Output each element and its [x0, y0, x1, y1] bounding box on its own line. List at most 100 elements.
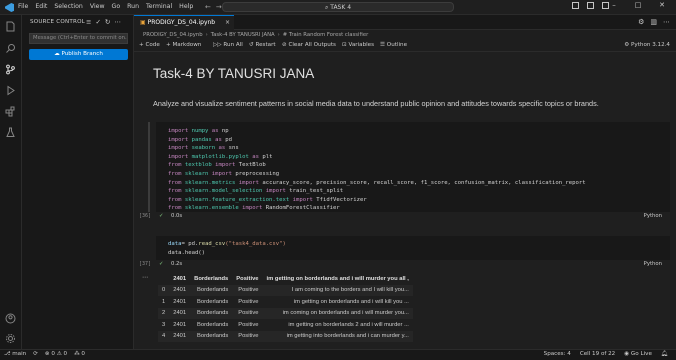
cell-imports-source[interactable]: import numpy as np import pandas as pd imp…	[156, 122, 670, 213]
code-line: from textblob import TextBlob	[168, 161, 670, 170]
branch-indicator[interactable]: ⎇ main	[4, 351, 26, 357]
menu-terminal[interactable]: Terminal	[146, 3, 172, 10]
exec-time: 0.2s	[171, 261, 183, 267]
clear-outputs-button[interactable]: ⊘ Clear All Outputs	[282, 42, 336, 48]
kernel-label: Python 3.12.4	[631, 42, 670, 48]
back-arrow-icon[interactable]: ←	[205, 3, 216, 11]
breadcrumb-cell[interactable]: # Train Random Forest classifier	[283, 32, 368, 38]
menu-run[interactable]: Run	[127, 3, 139, 10]
git-branch-icon: ⎇	[4, 351, 13, 357]
table-row: 2 2401 Borderlands Positive im coming on…	[158, 307, 413, 319]
breadcrumb-file[interactable]: PRODIGY_DS_04.ipynb	[143, 32, 203, 38]
settings-icon[interactable]: ⚙	[638, 18, 644, 26]
code-token: preprocessing	[232, 170, 280, 177]
add-code-button[interactable]: + Code	[139, 42, 160, 48]
tab-notebook[interactable]: ▣ PRODIGY_DS_04.ipynb ×	[134, 15, 234, 30]
code-token: as	[252, 153, 259, 160]
cell-load-data-source[interactable]: data= pd.read_csv("task4_data.csv") data…	[156, 236, 670, 257]
menu-help[interactable]: Help	[179, 3, 193, 10]
restart-button[interactable]: ↺ Restart	[249, 42, 276, 48]
commit-message-input[interactable]	[33, 34, 127, 43]
table-cell: Borderlands	[197, 310, 229, 317]
code-line: from sklearn.ensemble import RandomFores…	[168, 204, 670, 213]
run-debug-icon[interactable]	[5, 85, 16, 96]
branch-name: main	[12, 351, 27, 357]
code-token: sklearn.metrics	[181, 179, 239, 186]
table-cell: Positive	[238, 310, 259, 317]
go-live-button[interactable]: ◉ Go Live	[624, 351, 652, 357]
success-check-icon: ✓	[159, 261, 164, 267]
close-window-icon[interactable]: ✕	[650, 1, 674, 9]
table-row: 1 2401 Borderlands Positive im getting o…	[158, 296, 413, 308]
restart-label: Restart	[255, 42, 276, 48]
more-actions-icon[interactable]: ⋯	[114, 18, 121, 26]
menu-view[interactable]: View	[90, 3, 105, 10]
menu-go[interactable]: Go	[112, 3, 121, 10]
minimize-icon[interactable]: –	[602, 1, 626, 9]
table-cell: im getting into borderlands and i can mu…	[286, 333, 409, 340]
table-cell: im getting on borderlands 2 and i will m…	[288, 321, 409, 328]
explorer-icon[interactable]	[5, 21, 16, 32]
breadcrumb: PRODIGY_DS_04.ipynb › Task-4 BY TANUSRI JA…	[134, 30, 676, 40]
table-row: 0 2401 Borderlands Positive I am coming …	[158, 284, 413, 296]
code-line: import numpy as np	[168, 127, 670, 136]
code-token: from	[168, 205, 182, 212]
code-cell-imports[interactable]: import numpy as np import pandas as pd imp…	[156, 122, 670, 212]
code-token: = pd.	[181, 241, 199, 247]
code-token: import	[211, 170, 233, 177]
more-icon[interactable]: ⋯	[663, 18, 670, 26]
settings-gear-icon[interactable]	[5, 333, 16, 344]
output-more-icon[interactable]: ⋯	[142, 274, 148, 281]
toggle-sidebar-icon[interactable]	[572, 2, 579, 9]
command-center-label: TASK 4	[330, 4, 352, 11]
extensions-icon[interactable]	[5, 106, 16, 117]
outline-button[interactable]: ☰ Outline	[380, 42, 407, 48]
publish-branch-button[interactable]: ☁ Publish Branch	[29, 49, 128, 60]
maximize-icon[interactable]: □	[626, 1, 650, 9]
notifications-bell-icon[interactable]: 🔔︎	[661, 351, 668, 357]
run-all-button[interactable]: ▷▷ Run All	[213, 42, 243, 48]
split-editor-icon[interactable]: ▥	[650, 18, 657, 26]
cell-position[interactable]: Cell 19 of 22	[580, 351, 615, 357]
code-line: import seaborn as sns	[168, 144, 670, 153]
go-live-label: Go Live	[630, 351, 652, 357]
code-token: from	[168, 188, 182, 195]
table-row: 3 2401 Borderlands Positive im getting o…	[158, 319, 413, 331]
source-control-icon[interactable]	[5, 64, 16, 75]
refresh-icon[interactable]: ↻	[105, 18, 110, 26]
close-tab-icon[interactable]: ×	[225, 16, 230, 29]
notebook-title: Task-4 BY TANUSRI JANA	[153, 66, 315, 81]
code-token: data	[168, 241, 182, 247]
testing-icon[interactable]	[5, 127, 16, 138]
tab-label: PRODIGY_DS_04.ipynb	[147, 19, 216, 26]
code-token: import	[265, 188, 286, 195]
ports-indicator[interactable]: ⁂ 0	[74, 351, 85, 357]
cell-language[interactable]: Python	[644, 261, 662, 267]
view-as-tree-icon[interactable]: ≡	[86, 18, 91, 26]
commit-check-icon[interactable]: ✓	[95, 18, 100, 26]
code-token: matplotlib.pyplot	[188, 153, 253, 160]
menu-file[interactable]: File	[18, 3, 28, 10]
indentation-indicator[interactable]: Spaces: 4	[544, 351, 571, 357]
table-cell: im getting on borderlands and i will kil…	[293, 298, 409, 305]
menu-selection[interactable]: Selection	[54, 3, 83, 10]
cell-language[interactable]: Python	[644, 213, 662, 219]
code-token: sklearn.ensemble	[181, 205, 243, 212]
variables-button[interactable]: ⊡ Variables	[342, 42, 374, 48]
toggle-panel-icon[interactable]	[587, 2, 594, 9]
success-check-icon: ✓	[159, 213, 164, 219]
kernel-picker[interactable]: ⚙ Python 3.12.4	[624, 42, 670, 48]
menu-edit[interactable]: Edit	[35, 3, 47, 10]
variables-label: Variables	[348, 42, 375, 48]
sync-icon[interactable]: ⟳	[33, 351, 38, 357]
breadcrumb-heading[interactable]: Task-4 BY TANUSRI JANA	[211, 32, 275, 38]
problems-indicator[interactable]: ⊗ 0 ⚠ 0	[45, 351, 67, 357]
add-markdown-button[interactable]: + Markdown	[166, 42, 201, 48]
code-cell-load-data[interactable]: data= pd.read_csv("task4_data.csv") data…	[156, 236, 670, 260]
account-icon[interactable]	[5, 313, 16, 324]
search-icon[interactable]	[5, 43, 16, 54]
command-center[interactable]: ⌕ TASK 4	[222, 2, 454, 12]
execution-count: [36]	[139, 213, 152, 219]
commit-message-field[interactable]	[29, 33, 128, 44]
editor-tab-bar: ▣ PRODIGY_DS_04.ipynb × ⚙ ▥ ⋯	[134, 15, 676, 30]
